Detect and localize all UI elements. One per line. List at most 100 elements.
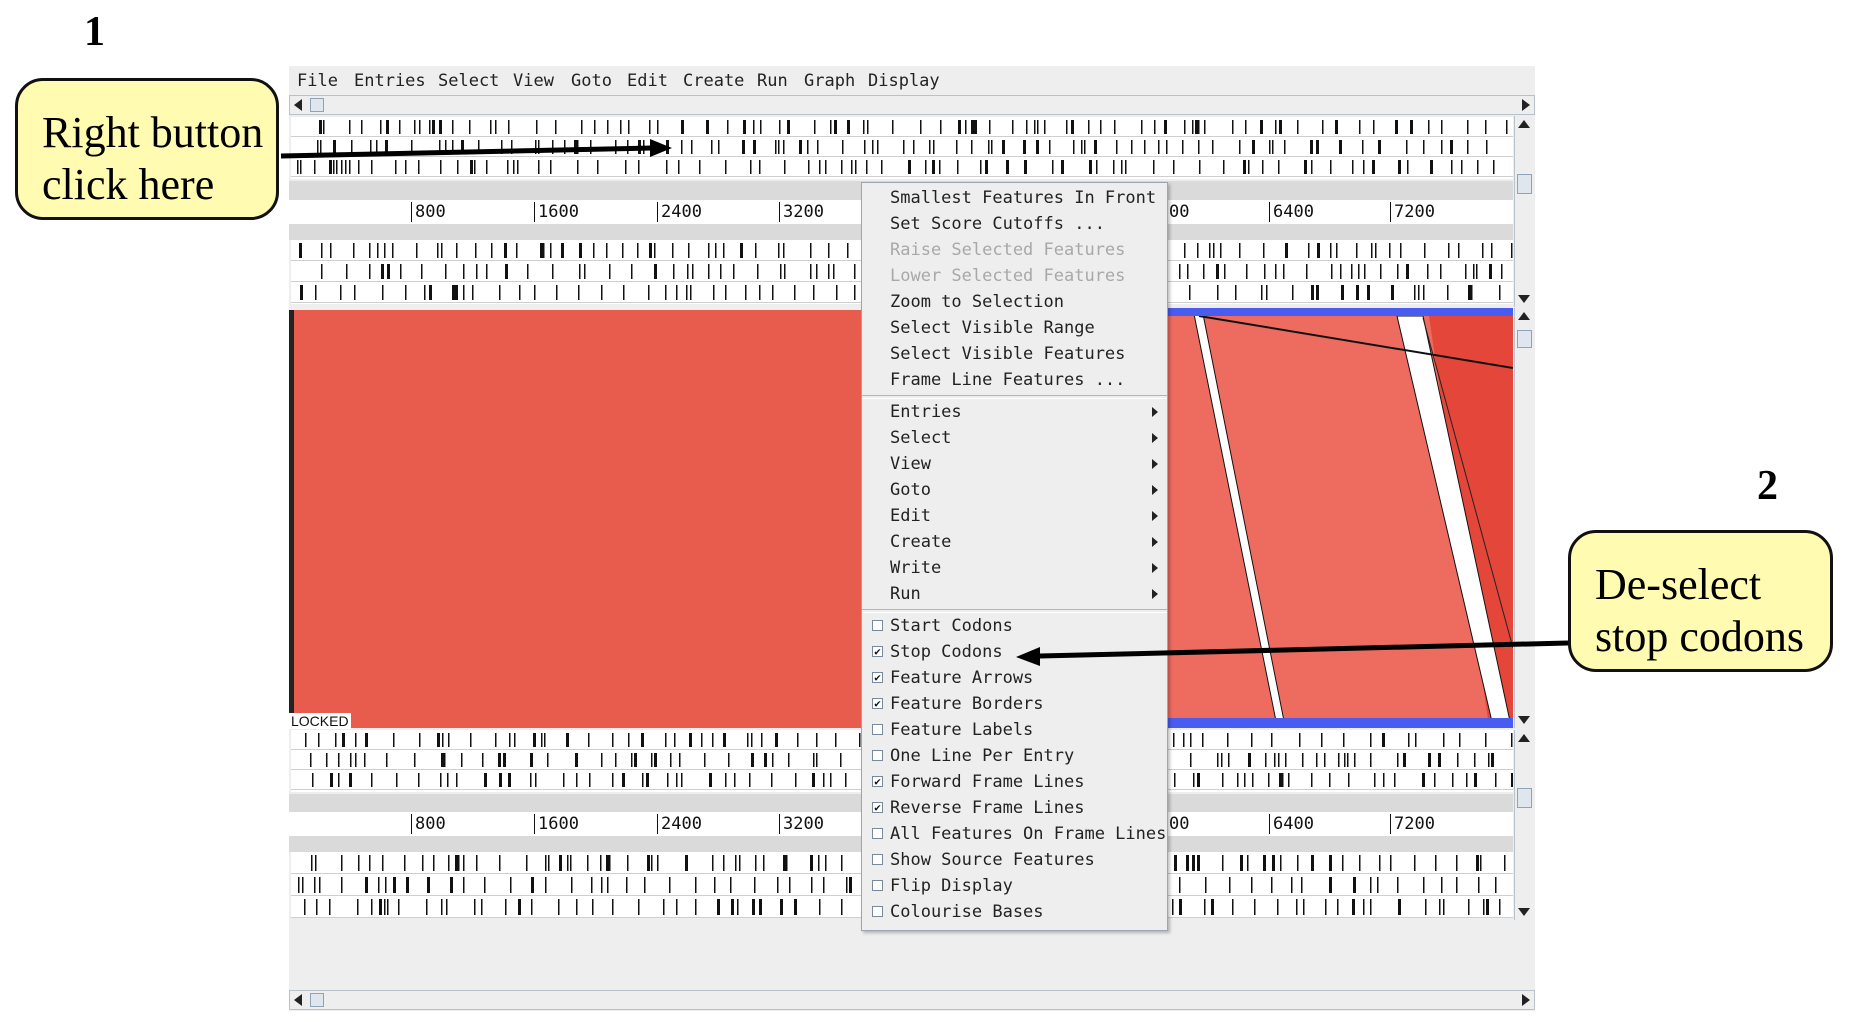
menu-item-smallest-features-in-front[interactable]: Smallest Features In Front [862, 185, 1167, 211]
context-menu-label: Feature Borders [890, 694, 1044, 714]
toggle-flip-display[interactable]: Flip Display [862, 873, 1167, 899]
toggle-all-features-on-frame-lines[interactable]: All Features On Frame Lines [862, 821, 1167, 847]
checkbox-unchecked-icon[interactable] [872, 880, 883, 891]
submenu-goto[interactable]: Goto [862, 477, 1167, 503]
top-ruler-tick: 3200 [779, 202, 824, 222]
scroll-right-arrow-icon[interactable] [1522, 99, 1530, 111]
context-menu-label: Forward Frame Lines [890, 772, 1085, 792]
callout-right-click-line1: Right button [42, 108, 264, 157]
checkbox-checked-icon[interactable]: ✔ [872, 672, 883, 683]
submenu-select[interactable]: Select [862, 425, 1167, 451]
context-menu-label: Write [890, 558, 942, 578]
toggle-show-source-features[interactable]: Show Source Features [862, 847, 1167, 873]
context-menu-label: View [890, 454, 931, 474]
scroll-thumb[interactable] [1517, 174, 1532, 194]
scroll-thumb[interactable] [1517, 788, 1532, 808]
menu-edit[interactable]: Edit [627, 66, 668, 96]
menu-entries[interactable]: Entries [354, 66, 426, 96]
submenu-run[interactable]: Run [862, 581, 1167, 607]
menu-create[interactable]: Create [683, 66, 744, 96]
menu-item-lower-selected-features[interactable]: Lower Selected Features [862, 263, 1167, 289]
context-menu: Smallest Features In Front Set Score Cuto… [861, 182, 1168, 931]
menu-item-frame-line-features[interactable]: Frame Line Features ... [862, 367, 1167, 393]
submenu-arrow-icon [1152, 563, 1158, 573]
scroll-right-arrow-icon[interactable] [1522, 994, 1530, 1006]
comparison-vertical-scrollbar[interactable] [1514, 308, 1534, 728]
menu-goto[interactable]: Goto [571, 66, 612, 96]
context-menu-label: Zoom to Selection [890, 292, 1064, 312]
scroll-down-arrow-icon[interactable] [1518, 295, 1530, 303]
menu-run[interactable]: Run [757, 66, 788, 96]
toggle-feature-borders[interactable]: ✔ Feature Borders [862, 691, 1167, 717]
toggle-feature-labels[interactable]: Feature Labels [862, 717, 1167, 743]
menu-item-select-visible-features[interactable]: Select Visible Features [862, 341, 1167, 367]
menu-view[interactable]: View [513, 66, 554, 96]
menu-graph[interactable]: Graph [804, 66, 855, 96]
scroll-left-arrow-icon[interactable] [294, 99, 302, 111]
step-1-number: 1 [84, 9, 105, 55]
checkbox-unchecked-icon[interactable] [872, 620, 883, 631]
scroll-thumb[interactable] [310, 98, 324, 112]
submenu-arrow-icon [1152, 589, 1158, 599]
callout-deselect-line1: De-select [1595, 560, 1762, 609]
scroll-down-arrow-icon[interactable] [1518, 908, 1530, 916]
callout-right-click-line2: click here [42, 159, 215, 209]
checkbox-checked-icon[interactable]: ✔ [872, 776, 883, 787]
top-ruler-tick: 1600 [534, 202, 579, 222]
submenu-write[interactable]: Write [862, 555, 1167, 581]
menu-file[interactable]: File [297, 66, 338, 96]
submenu-arrow-icon [1152, 407, 1158, 417]
menu-display[interactable]: Display [868, 66, 940, 96]
menu-item-select-visible-range[interactable]: Select Visible Range [862, 315, 1167, 341]
toggle-feature-arrows[interactable]: ✔ Feature Arrows [862, 665, 1167, 691]
menu-item-zoom-to-selection[interactable]: Zoom to Selection [862, 289, 1167, 315]
bottom-ruler-tick: 7200 [1390, 814, 1435, 834]
submenu-edit[interactable]: Edit [862, 503, 1167, 529]
menu-select[interactable]: Select [438, 66, 499, 96]
scroll-down-arrow-icon[interactable] [1518, 716, 1530, 724]
checkbox-checked-icon[interactable]: ✔ [872, 646, 883, 657]
top-ruler-tick: 2400 [657, 202, 702, 222]
checkbox-checked-icon[interactable]: ✔ [872, 802, 883, 813]
top-forward-frame-lines[interactable] [291, 117, 1513, 179]
checkbox-unchecked-icon[interactable] [872, 854, 883, 865]
toggle-one-line-per-entry[interactable]: One Line Per Entry [862, 743, 1167, 769]
submenu-entries[interactable]: Entries [862, 399, 1167, 425]
scroll-up-arrow-icon[interactable] [1518, 312, 1530, 320]
menu-item-raise-selected-features[interactable]: Raise Selected Features [862, 237, 1167, 263]
context-menu-label: Show Source Features [890, 850, 1095, 870]
checkbox-unchecked-icon[interactable] [872, 828, 883, 839]
callout-deselect-stop-codons: De-select stop codons [1568, 530, 1833, 672]
toggle-colourise-bases[interactable]: Colourise Bases [862, 899, 1167, 925]
context-menu-label: Entries [890, 402, 962, 422]
context-menu-label: Frame Line Features ... [890, 370, 1126, 390]
scroll-up-arrow-icon[interactable] [1518, 734, 1530, 742]
toggle-stop-codons[interactable]: ✔ Stop Codons [862, 639, 1167, 665]
submenu-arrow-icon [1152, 485, 1158, 495]
scroll-left-arrow-icon[interactable] [294, 994, 302, 1006]
checkbox-unchecked-icon[interactable] [872, 750, 883, 761]
scroll-thumb[interactable] [310, 993, 324, 1007]
menu-item-set-score-cutoffs[interactable]: Set Score Cutoffs ... [862, 211, 1167, 237]
toggle-start-codons[interactable]: Start Codons [862, 613, 1167, 639]
toggle-forward-frame-lines[interactable]: ✔ Forward Frame Lines [862, 769, 1167, 795]
left-border [289, 310, 294, 728]
context-menu-label: All Features On Frame Lines [890, 824, 1167, 844]
top-horizontal-scrollbar[interactable] [289, 95, 1535, 115]
top-ruler-tick: 00 [1169, 202, 1190, 222]
scroll-thumb[interactable] [1517, 330, 1532, 348]
forward-seq-bar [1145, 308, 1513, 316]
checkbox-unchecked-icon[interactable] [872, 724, 883, 735]
submenu-arrow-icon [1152, 459, 1158, 469]
context-menu-label: Select Visible Range [890, 318, 1095, 338]
bottom-vertical-scrollbar[interactable] [1514, 730, 1534, 920]
top-vertical-scrollbar[interactable] [1514, 116, 1534, 307]
scroll-up-arrow-icon[interactable] [1518, 120, 1530, 128]
checkbox-checked-icon[interactable]: ✔ [872, 698, 883, 709]
toggle-reverse-frame-lines[interactable]: ✔ Reverse Frame Lines [862, 795, 1167, 821]
bottom-horizontal-scrollbar[interactable] [289, 990, 1535, 1010]
checkbox-unchecked-icon[interactable] [872, 906, 883, 917]
submenu-create[interactable]: Create [862, 529, 1167, 555]
context-menu-label: Run [890, 584, 921, 604]
submenu-view[interactable]: View [862, 451, 1167, 477]
